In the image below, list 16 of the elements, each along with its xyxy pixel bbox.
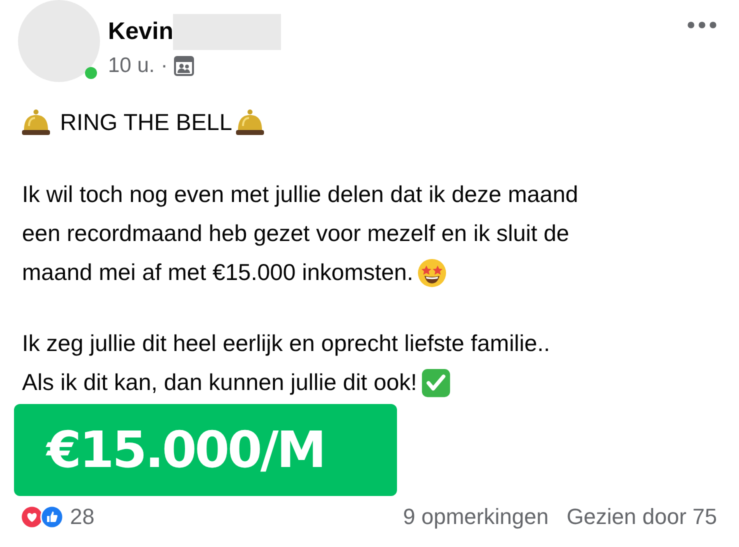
post-text: Ik wil toch nog even met jullie delen dat ik deze maand [22, 180, 578, 209]
post-headline: RING THE BELL [60, 108, 232, 136]
like-reaction-icon[interactable] [40, 505, 64, 529]
price-banner: €15.000/M [14, 404, 397, 496]
group-icon [174, 56, 194, 76]
view-count[interactable]: Gezien door 75 [566, 504, 717, 530]
post-text: Ik zeg jullie dit heel eerlijk en oprecht liefste familie.. [22, 329, 550, 358]
post-text: maand mei af met €15.000 inkomsten. [22, 258, 414, 287]
more-icon[interactable] [687, 21, 717, 29]
reaction-count[interactable]: 28 [70, 504, 94, 530]
post-text: Als ik dit kan, dan kunnen jullie dit ook! [22, 368, 418, 397]
author-name[interactable]: Kevin [108, 18, 174, 46]
post-time[interactable]: 10 u. [108, 54, 155, 78]
separator: · [160, 54, 168, 78]
post-text: een recordmaand heb gezet voor mezelf en ik sluit de [22, 219, 570, 248]
comment-count[interactable]: 9 opmerkingen [403, 504, 549, 530]
